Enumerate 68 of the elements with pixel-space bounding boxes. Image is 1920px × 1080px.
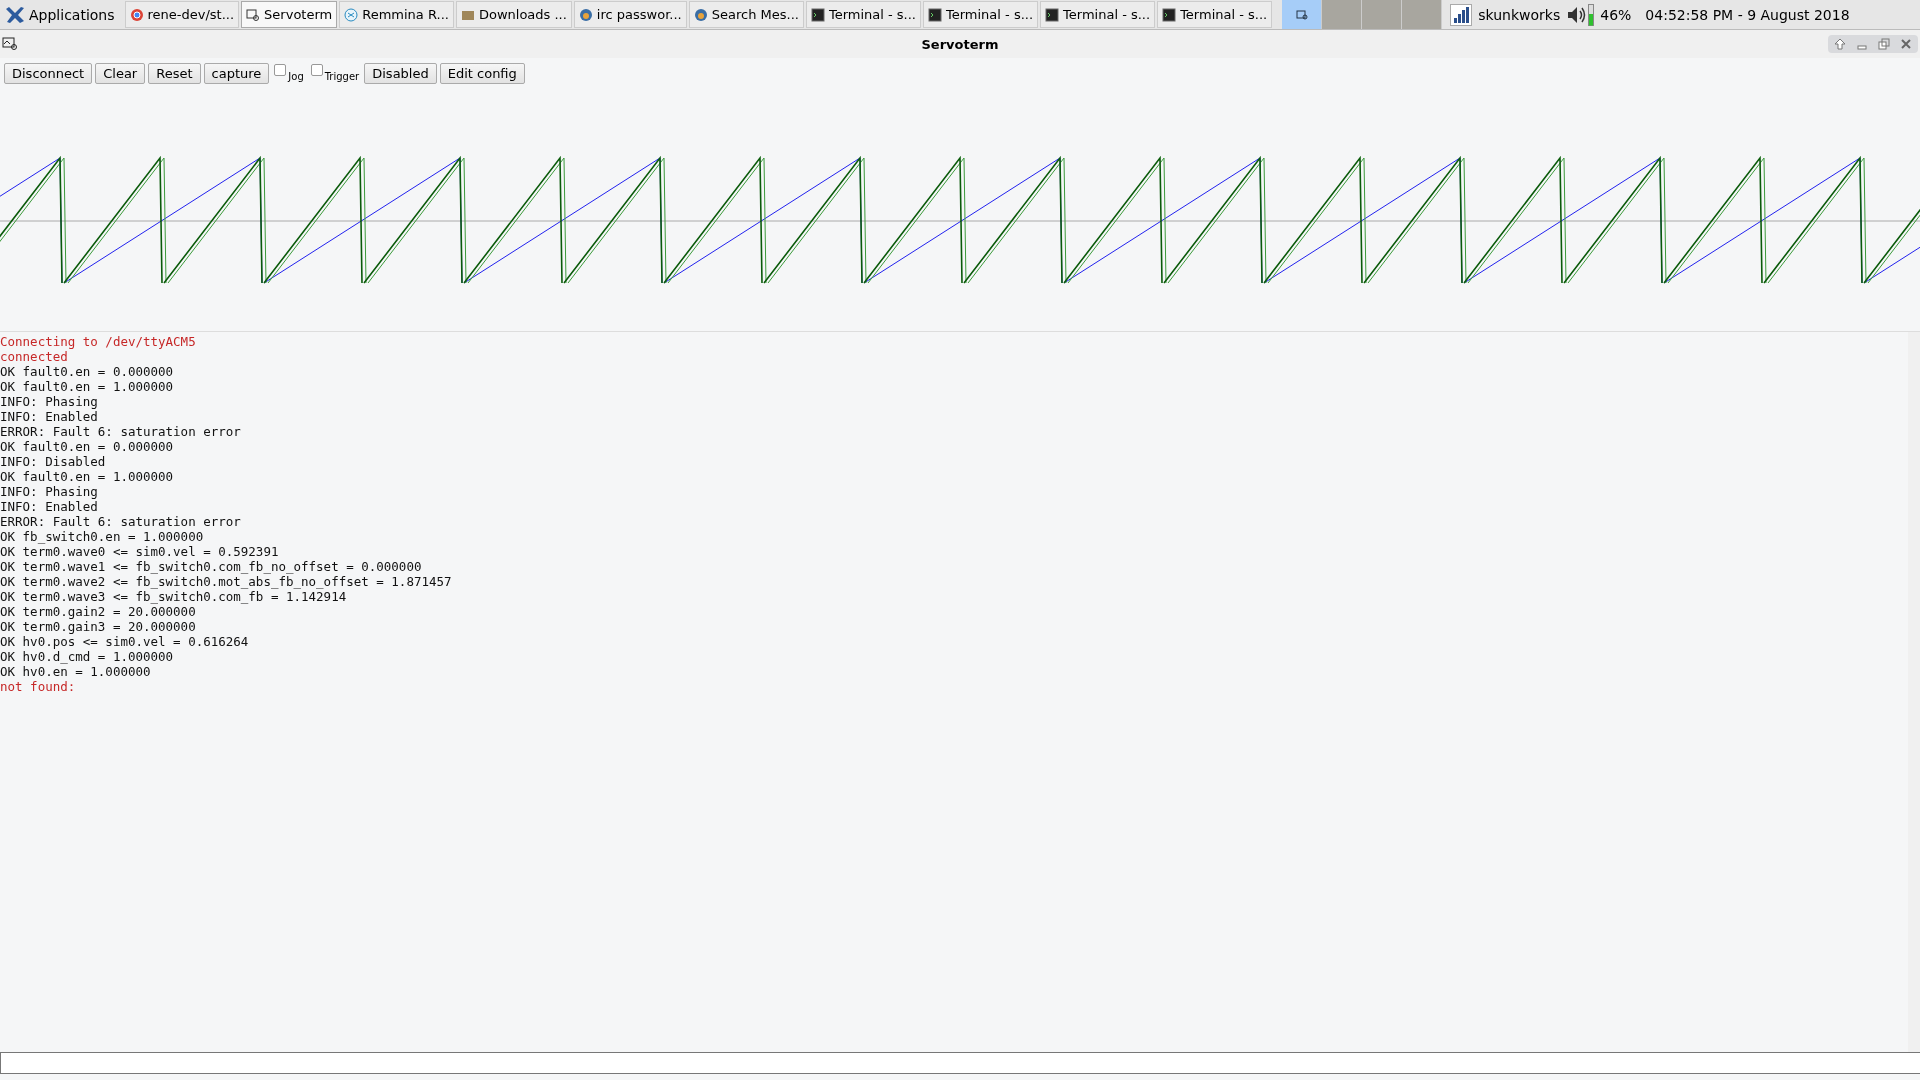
desktop-switcher[interactable] [1402,0,1443,29]
task-button[interactable]: Terminal - s... [1040,1,1156,28]
log-line: Connecting to /dev/ttyACM5 [0,334,196,349]
task-button[interactable]: Terminal - s... [1157,1,1273,28]
window-icon [1295,9,1308,20]
task-button[interactable]: Downloads ... [455,1,572,28]
log-line: OK term0.wave0 <= sim0.vel = 0.592391 [0,544,279,559]
command-input[interactable] [0,1052,1920,1074]
toolbar-button[interactable]: Edit config [439,62,525,84]
checkbox[interactable] [310,64,323,76]
log-line: OK fault0.en = 1.000000 [0,379,174,394]
close-button[interactable] [1900,38,1912,50]
checkbox-label: Trigger [324,70,360,82]
log-line: OK hv0.d_cmd = 1.000000 [0,649,174,664]
battery-percentage: 46% [1600,6,1632,23]
log-line: INFO: Disabled [0,454,106,469]
log-line: ERROR: Fault 6: saturation error [0,514,241,529]
toolbar-button[interactable]: Reset [148,62,201,84]
checkbox[interactable] [274,64,287,76]
checkbox-label: Jog [288,70,304,82]
task-button[interactable]: Search Mes... [688,1,804,28]
desktop-switcher[interactable] [1362,0,1403,29]
window-title: Servoterm [921,36,999,52]
remote-desktop-icon [344,7,359,22]
log-line: OK term0.gain3 = 20.000000 [0,619,196,634]
toolbar-button[interactable]: Clear [95,62,146,84]
log-line: OK fault0.en = 0.000000 [0,439,174,454]
log-line: OK hv0.pos <= sim0.vel = 0.616264 [0,634,249,649]
task-button[interactable]: irc passwor... [573,1,687,28]
log-line: OK fault0.en = 0.000000 [0,364,174,379]
battery-icon [1588,3,1595,26]
log-line: ERROR: Fault 6: saturation error [0,424,241,439]
log-line: not found: [0,679,76,694]
task-button[interactable]: rene-dev/st... [124,1,240,28]
scope-icon [246,7,261,22]
log-line: INFO: Phasing [0,394,98,409]
toolbar-button[interactable]: capture [203,62,270,84]
toolbar-button[interactable]: Disconnect [4,62,93,84]
log-line: OK fault0.en = 1.000000 [0,469,174,484]
applications-menu[interactable]: Applications [0,0,121,29]
terminal-icon [1162,7,1177,22]
clock: 04:52:58 PM - 9 August 2018 [1645,6,1850,23]
shade-button[interactable] [1834,38,1846,50]
log-line: INFO: Enabled [0,499,98,514]
log-line: connected [0,349,68,364]
terminal-icon [928,7,942,22]
log-line: OK fb_switch0.en = 1.000000 [0,529,204,544]
log-line: OK term0.wave1 <= fb_switch0.com_fb_no_offset = 0.000000 [0,559,422,574]
log-line: OK term0.wave2 <= fb_switch0.mot_abs_fb_no_offset = 1.871457 [0,574,452,589]
maximize-button[interactable] [1878,38,1890,50]
network-name: skunkworks [1478,6,1561,23]
desktop-switcher[interactable] [1322,0,1363,29]
scrollbar[interactable] [1908,332,1920,1052]
log-line: OK term0.gain2 = 20.000000 [0,604,196,619]
log-line: INFO: Phasing [0,484,98,499]
desktop-switcher[interactable] [1282,0,1323,29]
task-button[interactable]: Servoterm [241,1,338,28]
toolbar-button[interactable]: Disabled [364,62,437,84]
log-line: OK hv0.en = 1.000000 [0,664,151,679]
log-line: INFO: Enabled [0,409,98,424]
log-line: OK term0.wave3 <= fb_switch0.com_fb = 1.142914 [0,589,347,604]
task-button[interactable]: Terminal - s... [805,1,921,28]
signal-bars-icon[interactable] [1450,3,1473,26]
terminal-icon [810,7,825,22]
task-button[interactable]: Remmina R... [339,1,454,28]
terminal-icon [1045,7,1060,22]
task-button[interactable]: Terminal - s... [923,1,1039,28]
window-icon [2,37,18,51]
